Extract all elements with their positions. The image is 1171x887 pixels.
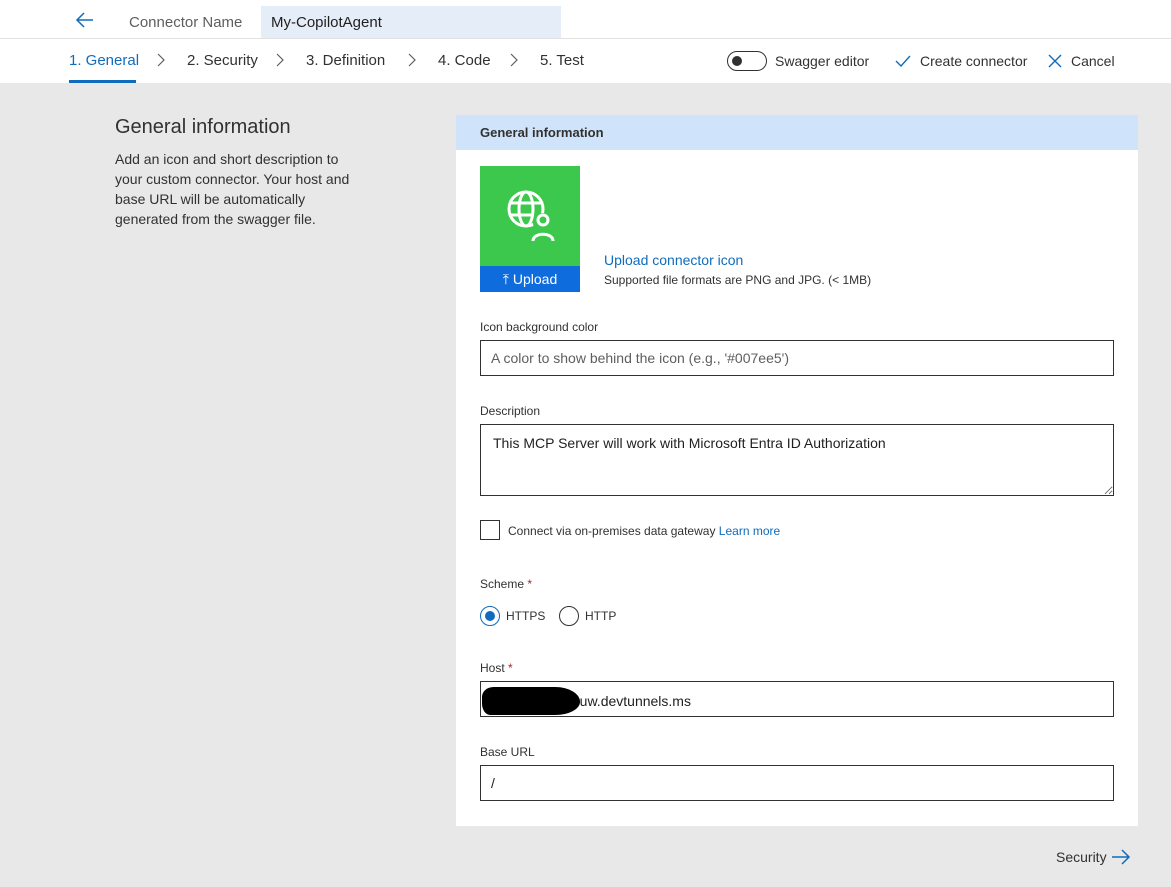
tab-security[interactable]: 2. Security — [187, 52, 258, 69]
gateway-checkbox[interactable] — [480, 520, 500, 540]
close-icon[interactable] — [1047, 53, 1063, 69]
upload-button-label: Upload — [512, 271, 558, 287]
required-marker: * — [508, 661, 513, 675]
back-arrow-icon[interactable] — [74, 9, 96, 31]
description-label: Description — [480, 404, 541, 418]
tab-test[interactable]: 5. Test — [540, 52, 584, 69]
cancel-button[interactable]: Cancel — [1071, 53, 1115, 69]
active-tab-indicator — [69, 80, 136, 83]
chevron-right-icon — [157, 53, 165, 67]
next-security-button[interactable]: Security — [1056, 849, 1107, 865]
connector-name-input[interactable] — [261, 6, 561, 38]
upload-button[interactable]: ⤒ Upload — [480, 266, 580, 292]
icon-bg-color-label: Icon background color — [480, 320, 599, 334]
connector-name-label: Connector Name — [129, 14, 243, 31]
create-connector-button[interactable]: Create connector — [920, 53, 1027, 69]
tab-code[interactable]: 4. Code — [438, 52, 491, 69]
globe-user-icon — [507, 190, 555, 242]
chevron-right-icon — [510, 53, 518, 67]
upload-connector-icon-link[interactable]: Upload connector icon — [604, 252, 743, 268]
general-info-card: General information ⤒ Upload Upload conn… — [456, 115, 1138, 826]
host-label: Host * — [480, 661, 513, 675]
chevron-right-icon — [408, 53, 416, 67]
radio-http-label: HTTP — [585, 609, 617, 623]
swagger-editor-label[interactable]: Swagger editor — [775, 53, 869, 69]
radio-http[interactable] — [559, 606, 579, 626]
swagger-editor-toggle[interactable] — [727, 51, 767, 71]
card-header: General information — [456, 115, 1138, 150]
upload-format-note: Supported file formats are PNG and JPG. … — [604, 273, 872, 287]
learn-more-link[interactable]: Learn more — [719, 524, 780, 538]
gateway-label-text: Connect via on-premises data gateway — [508, 524, 716, 538]
required-marker: * — [527, 577, 533, 591]
tab-general[interactable]: 1. General — [69, 52, 139, 69]
host-value: .euw.devtunnels.ms — [568, 693, 691, 709]
top-bar: Connector Name — [0, 0, 1171, 39]
tab-definition[interactable]: 3. Definition — [306, 52, 385, 69]
chevron-right-icon — [276, 53, 284, 67]
connector-icon-preview — [480, 166, 580, 266]
redaction-mark — [482, 687, 580, 715]
radio-https-label: HTTPS — [506, 609, 546, 623]
host-label-text: Host — [480, 661, 505, 675]
icon-bg-color-input[interactable] — [480, 340, 1114, 376]
base-url-label: Base URL — [480, 745, 535, 759]
description-textarea[interactable]: This MCP Server will work with Microsoft… — [480, 424, 1114, 496]
radio-https[interactable] — [480, 606, 500, 626]
scheme-label-text: Scheme — [480, 577, 525, 591]
arrow-right-icon[interactable] — [1111, 848, 1131, 866]
upload-arrow-icon: ⤒ — [502, 271, 509, 287]
page-title: General information — [115, 116, 291, 138]
check-icon[interactable] — [895, 53, 911, 69]
toggle-knob — [732, 56, 742, 66]
base-url-input[interactable] — [480, 765, 1114, 801]
scheme-label: Scheme * — [480, 577, 532, 591]
gateway-label: Connect via on-premises data gateway Lea… — [508, 524, 780, 538]
page-description: Add an icon and short description to you… — [115, 151, 350, 227]
